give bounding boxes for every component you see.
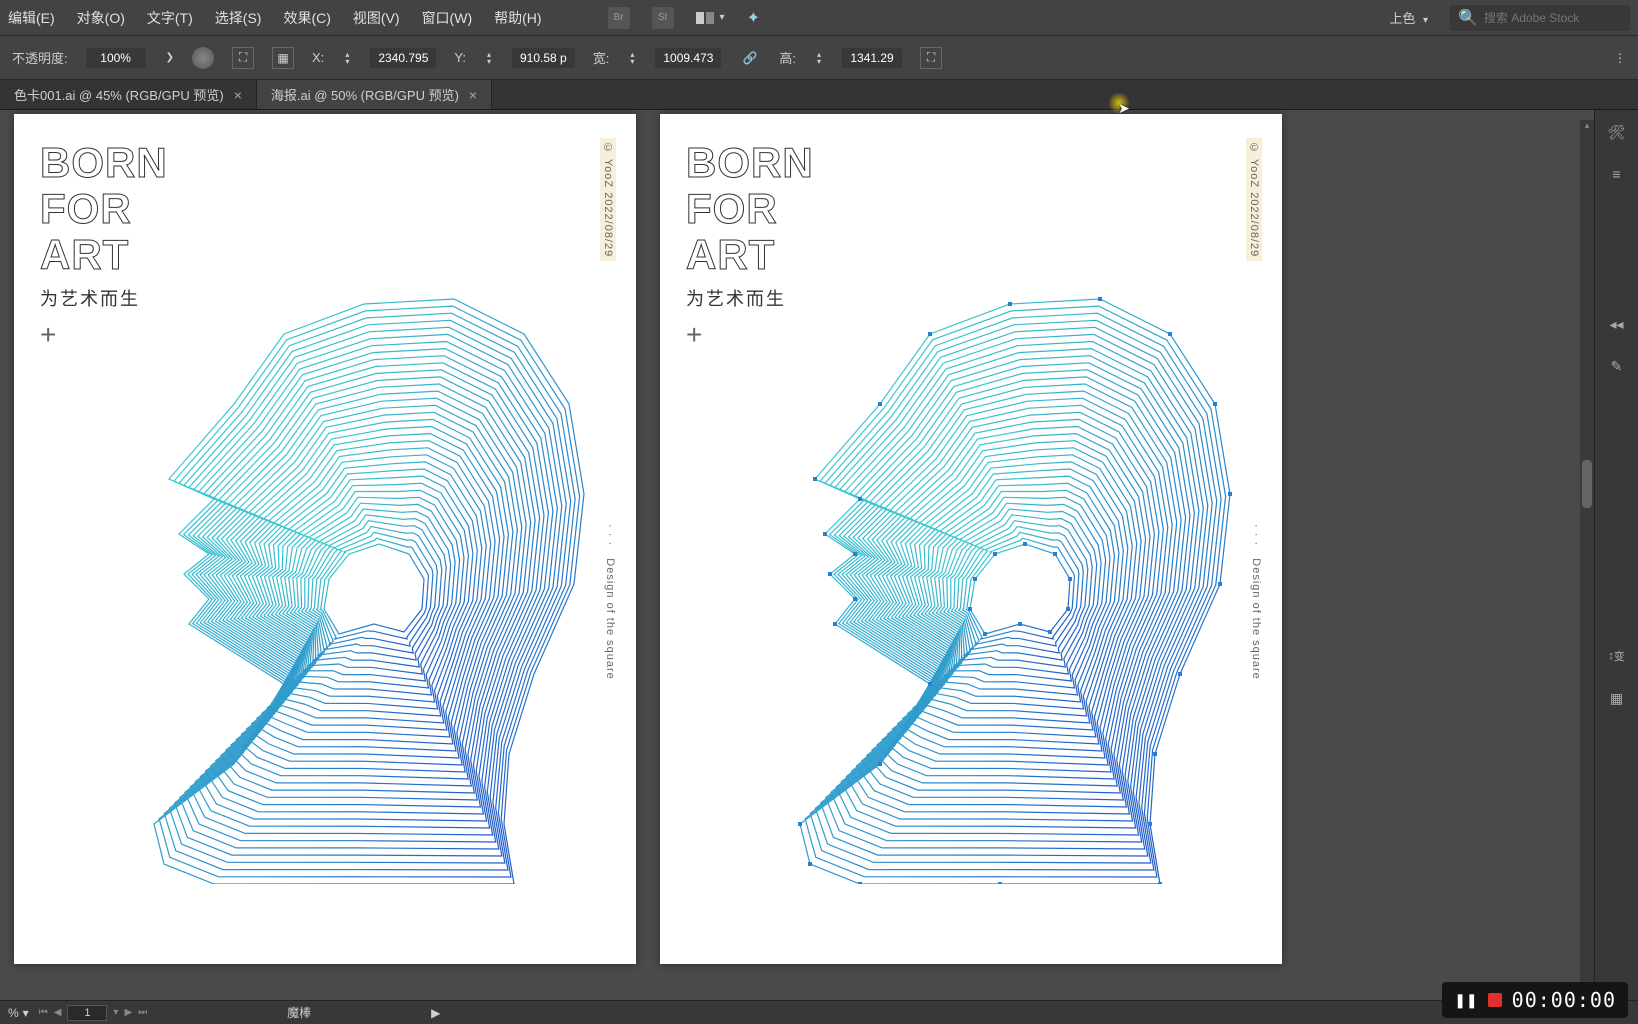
pathfinder-icon[interactable]: ▦ <box>1605 686 1629 710</box>
x-label: X: <box>312 50 324 65</box>
transform-panel-icon[interactable]: ↕ 变 <box>1605 644 1629 668</box>
close-icon[interactable]: × <box>469 87 477 103</box>
h-label: 高: <box>779 48 796 67</box>
poster-copyright: © YooZ 2022/08/29 <box>600 138 616 261</box>
vertical-scrollbar[interactable]: ▴ ▾ <box>1580 120 1594 1000</box>
y-value[interactable]: 910.58 p <box>512 48 575 68</box>
poster-title-line1: BORN <box>40 140 168 186</box>
w-label: 宽: <box>593 48 610 67</box>
y-label: Y: <box>454 50 466 65</box>
options-bar: 不透明度: 100% ❯ ⛶ ▦ X: ▴▾ 2340.795 Y: ▴▾ 91… <box>0 36 1638 80</box>
menu-effect[interactable]: 效果(C) <box>283 8 330 28</box>
poster-title-line1: BORN <box>686 140 814 186</box>
y-stepper[interactable]: ▴▾ <box>487 51 491 65</box>
h-value[interactable]: 1341.29 <box>842 48 902 68</box>
opacity-dropdown-icon[interactable]: ❯ <box>166 52 174 63</box>
last-artboard-icon[interactable]: ⏭ <box>138 1007 147 1018</box>
artboard-2[interactable]: BORN FOR ART 为艺术而生 + © YooZ 2022/08/29 ·… <box>660 114 1282 964</box>
panel-menu-icon[interactable]: ⋮ <box>1614 51 1626 65</box>
expand-panel-icon[interactable]: ◂◂ <box>1605 312 1629 336</box>
opacity-label: 不透明度: <box>12 48 68 67</box>
prev-artboard-icon[interactable]: ◀ <box>54 1007 62 1018</box>
opacity-value[interactable]: 100% <box>86 48 146 68</box>
pause-button[interactable]: ❚❚ <box>1454 992 1477 1009</box>
search-icon: 🔍 <box>1458 8 1478 28</box>
recorder-time: 00:00:00 <box>1512 988 1616 1012</box>
menu-help[interactable]: 帮助(H) <box>494 8 541 28</box>
document-tabs: 色卡001.ai @ 45% (RGB/GPU 预览) × 海报.ai @ 50… <box>0 80 1638 110</box>
status-bar: %▾ ⏮ ◀ ▾ ▶ ⏭ 魔棒 ▶ <box>0 1000 1638 1024</box>
color-mode-label[interactable]: 上色 ▾ <box>1389 8 1428 27</box>
search-stock-input[interactable]: 🔍 <box>1450 5 1630 31</box>
poster-artwork[interactable] <box>114 204 594 884</box>
gpu-icon[interactable]: ✦ <box>747 8 760 28</box>
record-button[interactable] <box>1488 993 1502 1007</box>
h-stepper[interactable]: ▴▾ <box>817 51 821 65</box>
menu-window[interactable]: 窗口(W) <box>422 8 473 28</box>
right-panel-dock: 🛠 ≡ ◂◂ ✎ ↕ 变 ▦ <box>1594 110 1638 1000</box>
scale-stroke-icon[interactable]: ⛶ <box>920 47 942 69</box>
poster-artwork-selected[interactable] <box>760 204 1240 884</box>
first-artboard-icon[interactable]: ⏮ <box>39 1007 48 1018</box>
poster-copyright: © YooZ 2022/08/29 <box>1246 138 1262 261</box>
screen-recorder-overlay: ❚❚ 00:00:00 <box>1442 982 1628 1018</box>
scroll-thumb[interactable] <box>1582 460 1592 508</box>
link-wh-icon[interactable]: 🔗 <box>739 47 761 69</box>
w-value[interactable]: 1009.473 <box>655 48 721 68</box>
search-field[interactable] <box>1484 11 1624 25</box>
arrange-documents-icon[interactable]: ▾ <box>696 12 725 24</box>
scroll-up-icon[interactable]: ▴ <box>1580 120 1594 134</box>
stock-icon[interactable]: St <box>652 7 674 29</box>
x-stepper[interactable]: ▴▾ <box>345 51 349 65</box>
close-icon[interactable]: × <box>234 87 242 103</box>
recolor-icon[interactable] <box>192 47 214 69</box>
artboard-1[interactable]: BORN FOR ART 为艺术而生 + © YooZ 2022/08/29 ·… <box>14 114 636 964</box>
zoom-dropdown[interactable]: %▾ <box>8 1006 29 1020</box>
canvas-area[interactable]: BORN FOR ART 为艺术而生 + © YooZ 2022/08/29 ·… <box>0 110 1594 1000</box>
tab-label: 海报.ai @ 50% (RGB/GPU 预览) <box>271 85 459 104</box>
bridge-icon[interactable]: Br <box>608 7 630 29</box>
libraries-icon[interactable]: ≡ <box>1605 162 1629 186</box>
menu-object[interactable]: 对象(O) <box>77 8 125 28</box>
w-stepper[interactable]: ▴▾ <box>630 51 634 65</box>
next-artboard-icon[interactable]: ▶ <box>124 1007 132 1018</box>
align-panel-icon[interactable]: ▦ <box>272 47 294 69</box>
menu-type[interactable]: 文字(T) <box>147 8 193 28</box>
x-value[interactable]: 2340.795 <box>370 48 436 68</box>
menu-select[interactable]: 选择(S) <box>215 8 262 28</box>
status-play-icon[interactable]: ▶ <box>431 1006 440 1020</box>
menubar: 编辑(E) 对象(O) 文字(T) 选择(S) 效果(C) 视图(V) 窗口(W… <box>0 0 1638 36</box>
tab-poster[interactable]: 海报.ai @ 50% (RGB/GPU 预览) × <box>257 80 492 109</box>
poster-design-label: · · · Design of the square <box>604 524 616 680</box>
menu-edit[interactable]: 编辑(E) <box>8 8 55 28</box>
transform-bbox-icon[interactable]: ⛶ <box>232 47 254 69</box>
artboard-dropdown-icon[interactable]: ▾ <box>113 1007 118 1018</box>
brushes-icon[interactable]: ✎ <box>1605 354 1629 378</box>
poster-design-label: · · · Design of the square <box>1250 524 1262 680</box>
artboard-number-input[interactable] <box>67 1005 107 1021</box>
tab-label: 色卡001.ai @ 45% (RGB/GPU 预览) <box>14 85 224 104</box>
menu-view[interactable]: 视图(V) <box>353 8 400 28</box>
properties-panel-icon[interactable]: 🛠 <box>1605 120 1629 144</box>
tool-hint: 魔棒 <box>287 1004 311 1021</box>
tab-color-card[interactable]: 色卡001.ai @ 45% (RGB/GPU 预览) × <box>0 80 257 109</box>
artboard-navigation: ⏮ ◀ ▾ ▶ ⏭ <box>39 1005 147 1021</box>
